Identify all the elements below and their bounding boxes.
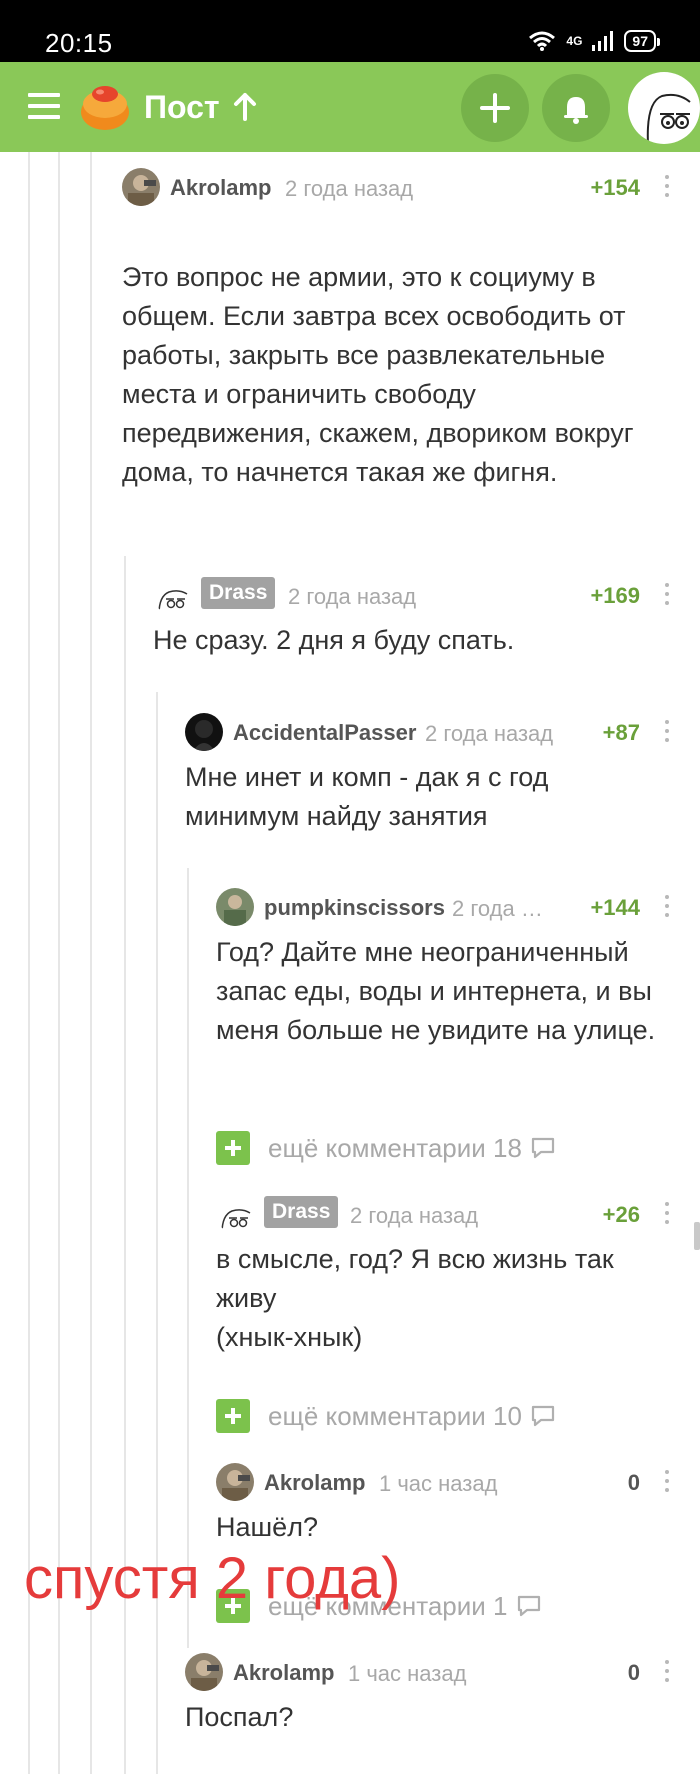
- plus-icon: [216, 1131, 250, 1165]
- plus-icon: [480, 93, 510, 123]
- avatar[interactable]: [185, 1653, 223, 1691]
- more-options-icon[interactable]: [664, 720, 670, 744]
- comment-text: Не сразу. 2 дня я буду спать.: [153, 625, 515, 655]
- avatar[interactable]: [185, 713, 223, 751]
- more-options-icon[interactable]: [664, 1202, 670, 1226]
- more-options-icon[interactable]: [664, 1660, 670, 1684]
- comment-rating: +154: [590, 175, 640, 200]
- page-title: Пост: [144, 89, 220, 125]
- comment-time: 2 года назад: [285, 176, 414, 201]
- comment-rating: +26: [602, 1202, 640, 1227]
- avatar[interactable]: [216, 1195, 254, 1233]
- comment: Akrolamp 1 час назад 0 Поспал?: [185, 1652, 670, 1737]
- comment: Drass 2 года назад +26 в смысле, год? Я …: [216, 1194, 670, 1357]
- more-options-icon[interactable]: [664, 583, 670, 607]
- comment-time: 2 года назад: [288, 584, 417, 609]
- thread-line: [58, 152, 60, 1774]
- comment-author[interactable]: Drass: [264, 1196, 339, 1228]
- comment-text: Год? Дайте мне неограниченный запас еды,…: [216, 937, 656, 1045]
- status-bar: 20:15 4G 97: [0, 0, 700, 62]
- status-icons: 4G 97: [528, 30, 660, 52]
- comment-author[interactable]: Akrolamp: [233, 1660, 334, 1686]
- network-type: 4G: [566, 34, 583, 48]
- comment-rating: +169: [590, 583, 640, 608]
- comment-author[interactable]: Akrolamp: [264, 1470, 365, 1496]
- more-comments-button[interactable]: ещё комментарии 18: [216, 1131, 556, 1165]
- wifi-icon: [529, 31, 556, 51]
- comment-bubble-icon: [517, 1595, 540, 1617]
- comment-author[interactable]: AccidentalPasser: [233, 720, 416, 746]
- comment-bubble-icon: [531, 1137, 555, 1159]
- status-time: 20:15: [45, 28, 113, 58]
- comment-text: Мне инет и комп - дак я с год минимум на…: [185, 762, 549, 831]
- arrow-up-icon[interactable]: [232, 91, 258, 123]
- avatar[interactable]: [153, 576, 191, 614]
- overlay-caption: спустя 2 года): [24, 1546, 401, 1611]
- comment-author[interactable]: Akrolamp: [170, 175, 271, 201]
- comment-time: 1 час назад: [379, 1471, 498, 1496]
- comment-time: 2 года назад: [350, 1203, 479, 1228]
- bell-icon: [564, 97, 588, 124]
- notifications-button[interactable]: [542, 74, 610, 142]
- app-bar: Пост: [0, 62, 700, 152]
- comment-bubble-icon: [531, 1405, 555, 1427]
- comment-header: Drass 2 года назад +26: [216, 1194, 670, 1234]
- comment-rating: +87: [602, 720, 640, 745]
- comment-text: Поспал?: [185, 1702, 294, 1732]
- more-comments-label: ещё комментарии 10: [268, 1400, 522, 1431]
- signal-icon: [592, 31, 614, 51]
- comment-header: AccidentalPasser 2 года назад +87: [185, 712, 670, 752]
- thread-line: [28, 152, 30, 1774]
- comment-text: в смысле, год? Я всю жизнь так живу (хны…: [216, 1244, 614, 1352]
- thread-line: [187, 868, 189, 1648]
- avatar[interactable]: [122, 168, 160, 206]
- menu-icon[interactable]: [28, 93, 60, 119]
- comment: AccidentalPasser 2 года назад +87 Мне ин…: [185, 712, 670, 836]
- plus-icon: [216, 1399, 250, 1433]
- comment: pumpkinscissors 2 года назад +144 Год? Д…: [216, 887, 670, 1050]
- comment-time: 2 года назад: [452, 896, 549, 921]
- comment-text: Это вопрос не армии, это к социуму в общ…: [122, 262, 634, 487]
- comment-author[interactable]: pumpkinscissors: [264, 895, 445, 921]
- comment: Akrolamp 1 час назад 0 Нашёл?: [216, 1462, 670, 1547]
- comment-text: Нашёл?: [216, 1512, 318, 1542]
- user-avatar[interactable]: [628, 72, 700, 144]
- comment-header: Akrolamp 2 года назад +154: [122, 167, 670, 207]
- comment-rating: 0: [627, 1660, 640, 1685]
- more-options-icon[interactable]: [664, 1470, 670, 1494]
- more-options-icon[interactable]: [664, 175, 670, 199]
- scrollbar-handle[interactable]: [694, 1222, 700, 1250]
- comment-rating: 0: [627, 1470, 640, 1495]
- more-comments-label: ещё комментарии 18: [268, 1132, 522, 1163]
- pikabu-logo[interactable]: [78, 80, 132, 134]
- comment-rating: +144: [590, 895, 640, 920]
- comment-time: 2 года назад: [425, 721, 554, 746]
- comment-header: Akrolamp 1 час назад 0: [216, 1462, 670, 1502]
- comment-header: pumpkinscissors 2 года назад +144: [216, 887, 670, 927]
- comment: Akrolamp 2 года назад +154 Это вопрос не…: [122, 167, 670, 492]
- thread-line: [90, 152, 92, 1774]
- add-post-button[interactable]: [461, 74, 529, 142]
- more-comments-button[interactable]: ещё комментарии 10: [216, 1399, 556, 1433]
- battery-icon: 97: [624, 30, 660, 52]
- comment-header: Akrolamp 1 час назад 0: [185, 1652, 670, 1692]
- avatar[interactable]: [216, 888, 254, 926]
- more-options-icon[interactable]: [664, 895, 670, 919]
- comment: Drass 2 года назад +169 Не сразу. 2 дня …: [153, 575, 670, 660]
- comment-header: Drass 2 года назад +169: [153, 575, 670, 615]
- avatar[interactable]: [216, 1463, 254, 1501]
- comment-time: 1 час назад: [348, 1661, 467, 1686]
- comment-author[interactable]: Drass: [201, 577, 276, 609]
